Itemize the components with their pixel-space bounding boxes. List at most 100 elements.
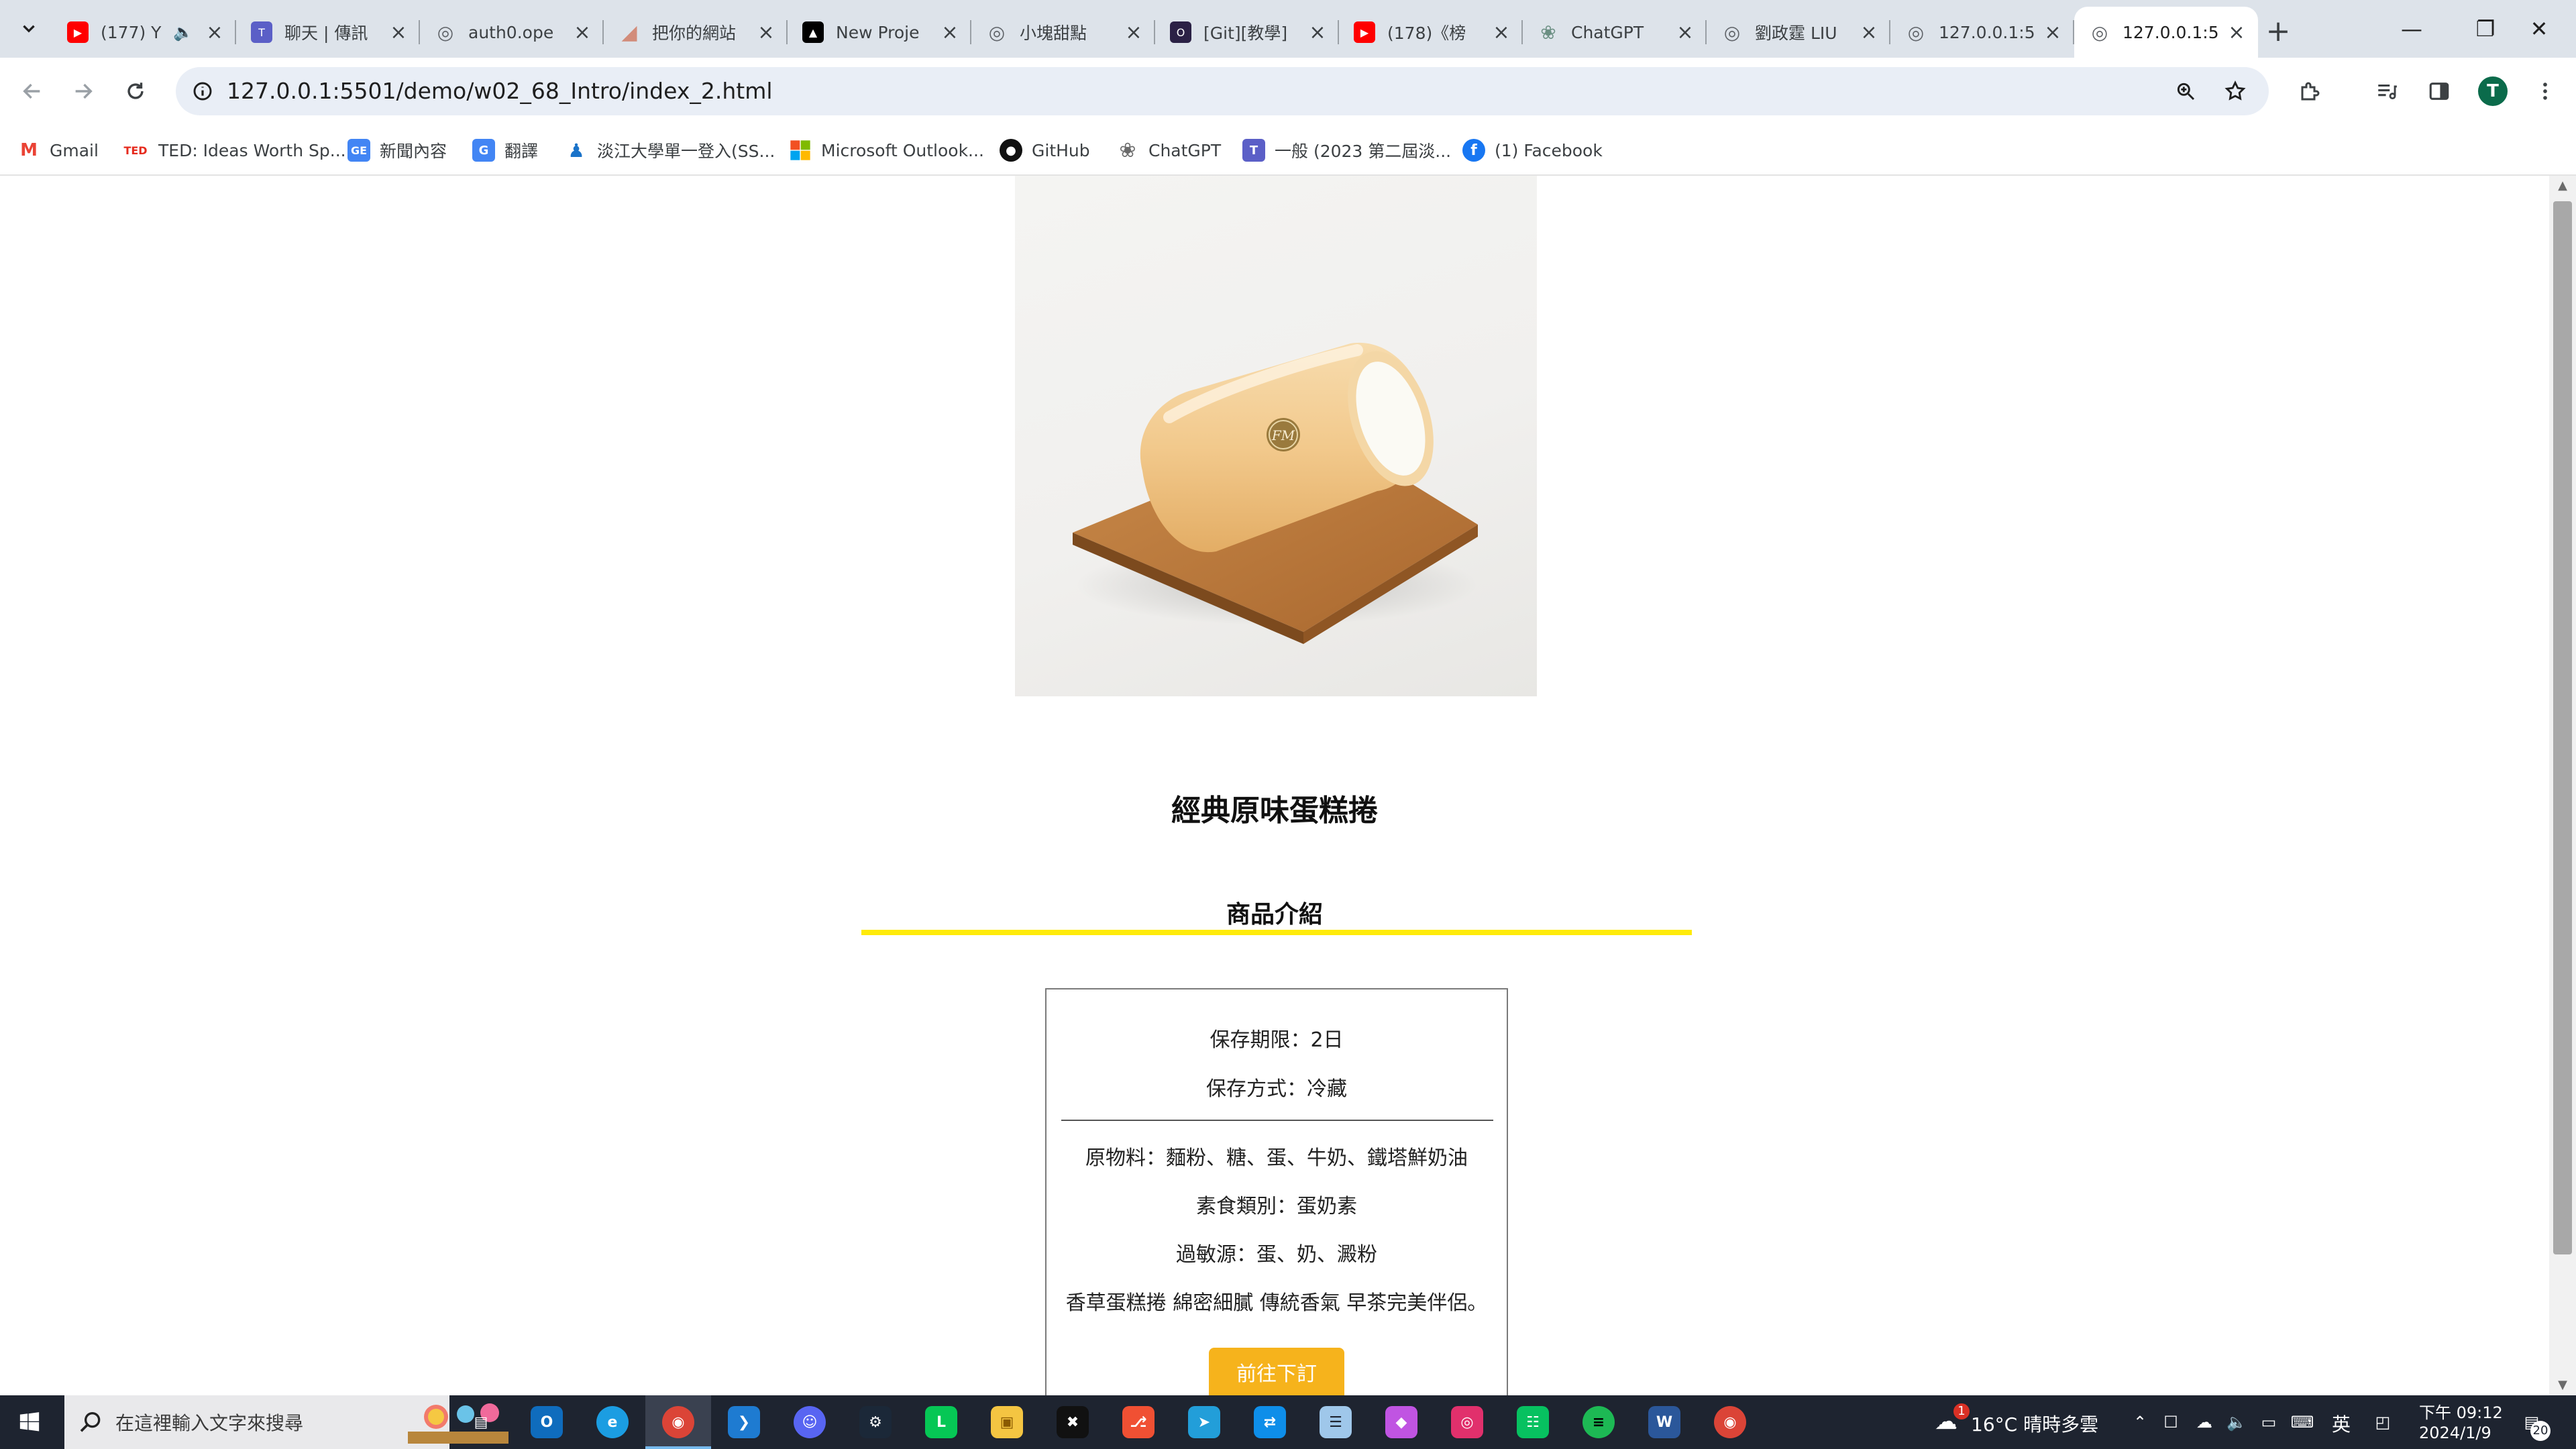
taskbar-app-19[interactable]: ◉ (1697, 1395, 1763, 1449)
meet-now-icon[interactable]: ☐ (2159, 1410, 2183, 1434)
forward-button[interactable] (64, 72, 102, 110)
taskbar-app-14[interactable]: ◆ (1368, 1395, 1434, 1449)
close-tab-icon[interactable]: × (2041, 20, 2065, 44)
menu-button[interactable] (2526, 72, 2564, 110)
taskbar-app-3[interactable]: ◉ (645, 1395, 711, 1449)
keyboard-icon[interactable]: ⌨ (2290, 1410, 2314, 1434)
taskbar-app-18[interactable]: W (1631, 1395, 1697, 1449)
tab-0[interactable]: ▶ (177) Y 🔈 × (52, 7, 236, 58)
bookmark-gmail[interactable]: M Gmail (17, 125, 99, 176)
bookmark-ted[interactable]: TED TED: Ideas Worth Sp... (122, 125, 345, 176)
close-tab-icon[interactable]: × (2224, 20, 2249, 44)
taskbar-app-1[interactable]: O (514, 1395, 580, 1449)
ime-indicator[interactable]: 英 (2332, 1410, 2351, 1437)
clock-date[interactable]: 2024/1/9 (2419, 1424, 2491, 1442)
chevron-up-icon[interactable]: ⌃ (2128, 1410, 2152, 1434)
onedrive-icon[interactable]: ☁ (2192, 1410, 2216, 1434)
tab-title: New Proje (836, 22, 920, 42)
heading-underline (861, 930, 1692, 935)
chevron-down-icon (23, 25, 35, 33)
volume-icon[interactable]: 🔈 (2224, 1410, 2249, 1434)
extensions-button[interactable] (2292, 72, 2329, 110)
close-tab-icon[interactable]: × (1305, 20, 1330, 44)
bookmark-translate[interactable]: G 翻譯 (472, 125, 538, 176)
url-text[interactable]: 127.0.0.1:5501/demo/w02_68_Intro/index_2… (227, 67, 773, 115)
taskbar-app-12[interactable]: ⇄ (1237, 1395, 1303, 1449)
bookmark-teams[interactable]: T 一般 (2023 第二屆淡... (1242, 125, 1451, 176)
bookmark-news[interactable]: GE 新聞內容 (347, 125, 447, 176)
close-window-button[interactable]: ✕ (2502, 0, 2576, 58)
close-tab-icon[interactable]: × (1489, 20, 1513, 44)
start-button[interactable] (12, 1405, 47, 1440)
media-control-button[interactable] (2368, 72, 2406, 110)
tab-2[interactable]: ◎ auth0.ope × (420, 7, 604, 58)
taskbar-app-4[interactable]: ❯ (711, 1395, 777, 1449)
new-tab-button[interactable]: + (2261, 13, 2296, 48)
taskbar-app-9[interactable]: ✖ (1040, 1395, 1106, 1449)
close-tab-icon[interactable]: × (754, 20, 778, 44)
tab-9[interactable]: ◎ 劉政霆 LIU × (1707, 7, 1890, 58)
speaker-icon[interactable]: 🔈 (173, 23, 193, 42)
tab-4[interactable]: ▲ New Proje × (788, 7, 971, 58)
taskbar-app-5[interactable]: ☺ (777, 1395, 843, 1449)
minimize-button[interactable]: — (2375, 0, 2449, 58)
bookmark-outlook[interactable]: Microsoft Outlook... (789, 125, 984, 176)
close-tab-icon[interactable]: × (203, 20, 227, 44)
back-button[interactable] (13, 72, 51, 110)
order-button[interactable]: 前往下訂 (1209, 1348, 1344, 1395)
tab-3[interactable]: ◢ 把你的網站 × (604, 7, 788, 58)
taskbar-app-7[interactable]: L (908, 1395, 974, 1449)
bookmark-facebook[interactable]: f (1) Facebook (1462, 125, 1603, 176)
address-bar[interactable]: 127.0.0.1:5501/demo/w02_68_Intro/index_2… (176, 67, 2269, 115)
bookmark-label: Gmail (50, 140, 99, 160)
reload-button[interactable] (117, 72, 154, 110)
scroll-thumb[interactable] (2553, 201, 2572, 1254)
ted-icon: TED (123, 144, 148, 157)
close-tab-icon[interactable]: × (386, 20, 411, 44)
taskbar-app-15[interactable]: ◎ (1434, 1395, 1500, 1449)
taskbar-app-8[interactable]: ▣ (974, 1395, 1040, 1449)
svg-text:FM: FM (1271, 427, 1295, 443)
taskbar-app-6[interactable]: ⚙ (843, 1395, 908, 1449)
bookmark-chatgpt[interactable]: ❀ ChatGPT (1116, 125, 1221, 176)
profile-button[interactable]: T (2474, 72, 2512, 110)
tab-7[interactable]: ▶ (178)《榜 × (1339, 7, 1523, 58)
blog-icon: O (1170, 21, 1191, 43)
taskbar-search[interactable]: 在這裡輸入文字來搜尋 (64, 1395, 508, 1449)
ime-mode-icon[interactable]: ◰ (2371, 1410, 2395, 1434)
network-icon[interactable]: ▭ (2257, 1410, 2281, 1434)
close-tab-icon[interactable]: × (1673, 20, 1697, 44)
scroll-up-icon[interactable]: ▲ (2549, 176, 2576, 196)
globe-icon: ◎ (1907, 21, 1925, 44)
tab-search-button[interactable] (9, 9, 48, 48)
side-panel-button[interactable] (2420, 72, 2458, 110)
site-info-button[interactable] (185, 74, 220, 109)
tab-11[interactable]: ◎ 127.0.0.1:5 × (2074, 7, 2258, 58)
close-tab-icon[interactable]: × (570, 20, 594, 44)
scroll-down-icon[interactable]: ▼ (2549, 1375, 2576, 1395)
bookmark-github[interactable]: ● GitHub (1000, 125, 1090, 176)
tab-5[interactable]: ◎ 小塊甜點 × (971, 7, 1155, 58)
teams-icon: T (251, 21, 272, 43)
weather-text[interactable]: 16°C 晴時多雲 (1971, 1410, 2098, 1437)
close-tab-icon[interactable]: × (938, 20, 962, 44)
close-tab-icon[interactable]: × (1122, 20, 1146, 44)
bookmarks-bar: M Gmail TED TED: Ideas Worth Sp... GE 新聞… (0, 125, 2576, 176)
taskbar-app-0[interactable]: ▤ (448, 1395, 514, 1449)
taskbar-app-13[interactable]: ☰ (1303, 1395, 1368, 1449)
close-tab-icon[interactable]: × (1857, 20, 1881, 44)
tab-1[interactable]: T 聊天 | 傳訊 × (236, 7, 420, 58)
taskbar-app-2[interactable]: e (580, 1395, 645, 1449)
taskbar-app-16[interactable]: ☷ (1500, 1395, 1566, 1449)
taskbar-app-11[interactable]: ➤ (1171, 1395, 1237, 1449)
tab-6[interactable]: O [Git][教學] × (1155, 7, 1339, 58)
tab-8[interactable]: ❀ ChatGPT × (1523, 7, 1707, 58)
page-scrollbar[interactable]: ▲ ▼ (2549, 176, 2576, 1395)
zoom-button[interactable] (2168, 74, 2203, 109)
taskbar-app-17[interactable]: ≡ (1566, 1395, 1631, 1449)
tab-10[interactable]: ◎ 127.0.0.1:5 × (1890, 7, 2074, 58)
bookmark-star-button[interactable] (2218, 74, 2253, 109)
clock-time[interactable]: 下午 09:12 (2419, 1399, 2503, 1423)
bookmark-tku[interactable]: ♟ 淡江大學單一登入(SS... (565, 125, 775, 176)
taskbar-app-10[interactable]: ⎇ (1106, 1395, 1171, 1449)
